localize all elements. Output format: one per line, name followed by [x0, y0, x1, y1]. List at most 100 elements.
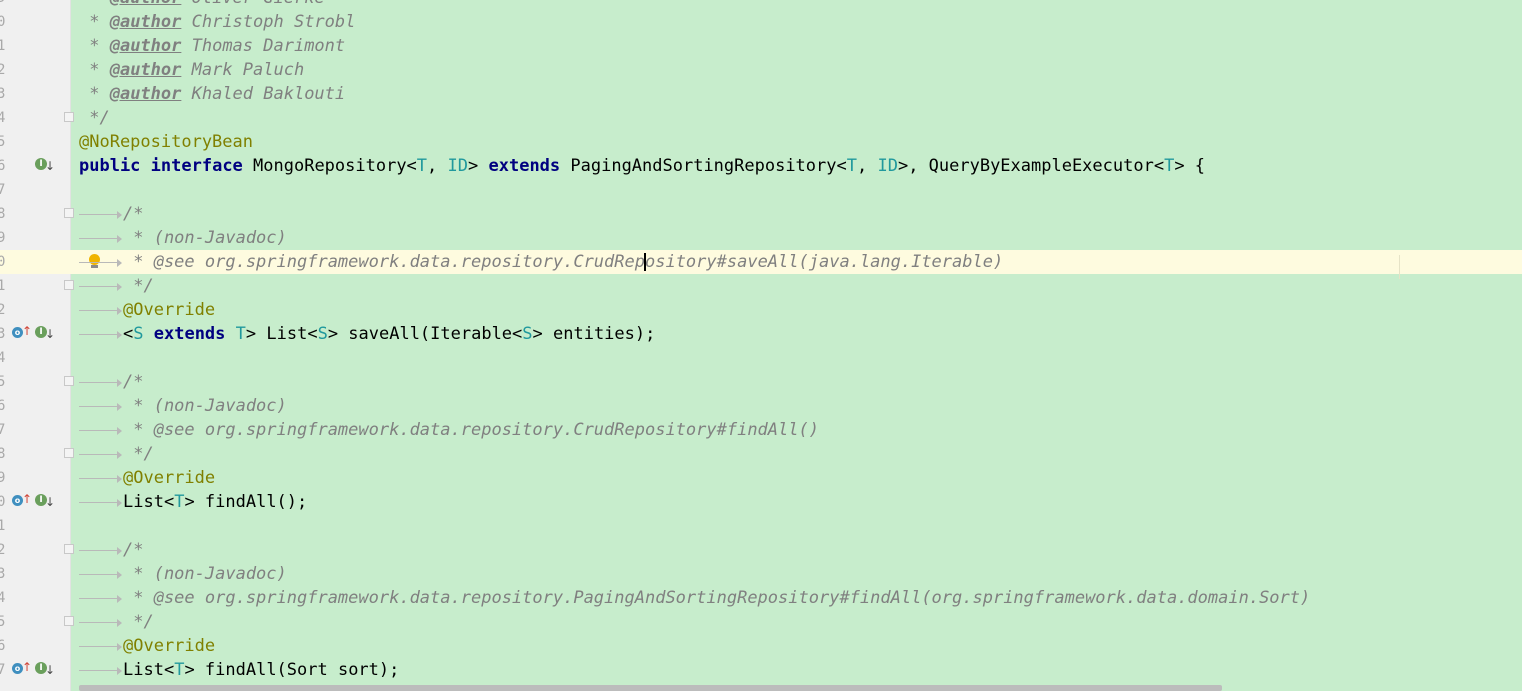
- javadoc-tag: @author: [110, 0, 182, 8]
- code-line[interactable]: 0 o ↑ I ↓ List<T> findAll();: [0, 490, 1522, 514]
- code-text: * @author Mark Paluch: [79, 60, 305, 80]
- current-code-line[interactable]: 0 * @see org.springframework.data.reposi…: [0, 250, 1522, 274]
- code-line[interactable]: 5 /*: [0, 370, 1522, 394]
- tab-indent-marker: [79, 211, 122, 219]
- code-text: * (non-Javadoc): [123, 564, 287, 584]
- code-line[interactable]: 5 */: [0, 610, 1522, 634]
- tab-indent-marker: [79, 403, 122, 411]
- line-number: 8: [0, 446, 5, 462]
- code-line[interactable]: 3 * (non-Javadoc): [0, 562, 1522, 586]
- code-text: List<T> findAll();: [123, 492, 308, 512]
- arrow-up-icon[interactable]: ↑: [22, 493, 32, 505]
- tab-indent-marker: [79, 475, 122, 483]
- tab-indent-marker: [79, 499, 122, 507]
- code-line[interactable]: 9 @Override: [0, 466, 1522, 490]
- horizontal-scrollbar[interactable]: [79, 685, 1222, 691]
- line-number: 3: [0, 86, 5, 102]
- code-text: * @author Christoph Strobl: [79, 12, 356, 32]
- arrow-up-icon[interactable]: ↑: [22, 661, 32, 673]
- code-text: * @see org.springframework.data.reposito…: [123, 588, 1311, 608]
- lightbulb-icon[interactable]: [89, 254, 100, 265]
- code-line[interactable]: 1: [0, 514, 1522, 538]
- code-text: /*: [123, 372, 144, 392]
- fold-icon[interactable]: [64, 616, 74, 626]
- line-number: 8: [0, 206, 5, 222]
- code-text: * (non-Javadoc): [123, 228, 287, 248]
- code-text: */: [79, 108, 110, 128]
- code-line[interactable]: 4 * @see org.springframework.data.reposi…: [0, 586, 1522, 610]
- line-number: 0: [0, 494, 5, 510]
- code-line[interactable]: 2 * @author Mark Paluch: [0, 58, 1522, 82]
- fold-icon[interactable]: [64, 376, 74, 386]
- code-text: /*: [123, 540, 144, 560]
- javadoc-tag: @author: [109, 12, 182, 32]
- lightbulb-base: [91, 265, 98, 268]
- code-text: public interface MongoRepository<T, ID> …: [79, 156, 1206, 176]
- fold-icon[interactable]: [64, 448, 74, 458]
- code-line[interactable]: 9 * @author Oliver Gierke: [0, 0, 1522, 10]
- line-number: 5: [0, 134, 5, 150]
- annotation: @Override: [123, 636, 216, 656]
- fold-icon[interactable]: [64, 544, 74, 554]
- line-number: 6: [0, 398, 5, 414]
- arrow-up-icon[interactable]: ↑: [22, 325, 32, 337]
- code-text: */: [123, 276, 154, 296]
- code-line[interactable]: 6 @Override: [0, 634, 1522, 658]
- line-number: 7: [0, 662, 5, 678]
- tab-indent-marker: [79, 667, 122, 675]
- code-editor[interactable]: 9 * @author Oliver Gierke 0 * @author Ch…: [0, 0, 1522, 682]
- javadoc-tag: @author: [109, 60, 182, 80]
- line-number: 3: [0, 566, 5, 582]
- code-line[interactable]: 7 * @see org.springframework.data.reposi…: [0, 418, 1522, 442]
- arrow-down-icon[interactable]: ↓: [45, 328, 55, 340]
- tab-indent-marker: [79, 307, 122, 315]
- code-line[interactable]: 2 @Override: [0, 298, 1522, 322]
- code-line[interactable]: 6 I ↓ public interface MongoRepository<T…: [0, 154, 1522, 178]
- line-number: 1: [0, 518, 5, 534]
- code-line[interactable]: 2 /*: [0, 538, 1522, 562]
- code-line[interactable]: 6 * (non-Javadoc): [0, 394, 1522, 418]
- line-number: 5: [0, 614, 5, 630]
- code-line[interactable]: 8 /*: [0, 202, 1522, 226]
- javadoc-tag: @author: [109, 84, 182, 104]
- code-line[interactable]: 7 o ↑ I ↓ List<T> findAll(Sort sort);: [0, 658, 1522, 682]
- code-line[interactable]: 4 */: [0, 106, 1522, 130]
- line-number: 2: [0, 62, 5, 78]
- annotation: @Override: [123, 300, 216, 320]
- line-number: 9: [0, 0, 5, 10]
- code-line[interactable]: 8 */: [0, 442, 1522, 466]
- tab-indent-marker: [79, 643, 122, 651]
- code-text: <S extends T> List<S> saveAll(Iterable<S…: [123, 324, 656, 344]
- code-line[interactable]: 1 */: [0, 274, 1522, 298]
- tab-indent-marker: [79, 595, 122, 603]
- code-text: * @author Khaled Baklouti: [79, 84, 346, 104]
- line-number: 0: [0, 254, 5, 270]
- code-text: * (non-Javadoc): [123, 396, 287, 416]
- line-number: 1: [0, 278, 5, 294]
- fold-icon[interactable]: [64, 208, 74, 218]
- fold-icon[interactable]: [64, 112, 74, 122]
- code-text: * @author Thomas Darimont: [79, 36, 346, 56]
- line-number: 9: [0, 230, 5, 246]
- code-line[interactable]: 9 * (non-Javadoc): [0, 226, 1522, 250]
- tab-indent-marker: [79, 259, 122, 267]
- tab-indent-marker: [79, 283, 122, 291]
- code-line[interactable]: 7: [0, 178, 1522, 202]
- code-line[interactable]: 5 @NoRepositoryBean: [0, 130, 1522, 154]
- arrow-down-icon[interactable]: ↓: [45, 664, 55, 676]
- code-line[interactable]: 0 * @author Christoph Strobl: [0, 10, 1522, 34]
- annotation: @NoRepositoryBean: [79, 132, 253, 152]
- line-number: 3: [0, 326, 5, 342]
- code-line[interactable]: 1 * @author Thomas Darimont: [0, 34, 1522, 58]
- arrow-down-icon[interactable]: ↓: [45, 496, 55, 508]
- tab-indent-marker: [79, 547, 122, 555]
- line-number: 6: [0, 158, 5, 174]
- code-text: List<T> findAll(Sort sort);: [123, 660, 400, 680]
- line-number: 4: [0, 350, 5, 366]
- fold-icon[interactable]: [64, 280, 74, 290]
- code-line[interactable]: 4: [0, 346, 1522, 370]
- arrow-down-icon[interactable]: ↓: [45, 160, 55, 172]
- code-line[interactable]: 3 * @author Khaled Baklouti: [0, 82, 1522, 106]
- code-text: * @see org.springframework.data.reposito…: [123, 420, 819, 440]
- code-line[interactable]: 3 o ↑ I ↓ <S extends T> List<S> saveAll(…: [0, 322, 1522, 346]
